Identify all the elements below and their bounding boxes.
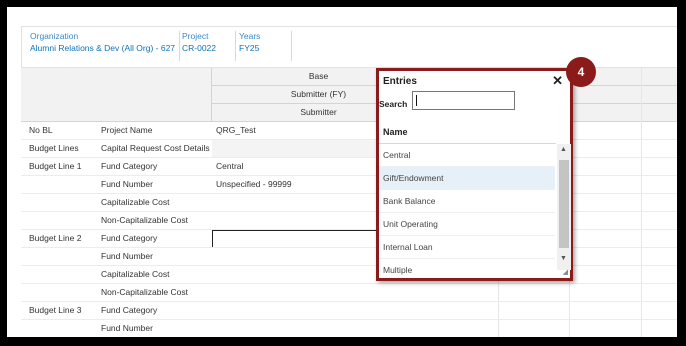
search-input[interactable] <box>412 91 515 110</box>
context-divider <box>179 31 180 61</box>
row-group-label: Budget Line 1 <box>29 161 82 171</box>
table-row: Capitalizable Cost <box>21 194 677 212</box>
table-row: Budget Line 3 Fund Category <box>21 302 677 320</box>
row-label: Fund Number <box>101 323 153 333</box>
row-label: Fund Category <box>101 305 158 315</box>
context-years[interactable]: Years FY25 <box>239 30 260 54</box>
name-column-header[interactable]: Name <box>383 127 408 137</box>
row-label: Capitalizable Cost <box>101 269 170 279</box>
row-label: Fund Category <box>101 161 158 171</box>
organization-label: Organization <box>30 31 79 41</box>
row-group-label <box>29 338 99 346</box>
list-item[interactable]: Bank Balance <box>379 190 555 213</box>
grid-cell[interactable] <box>212 320 426 337</box>
row-group-label <box>29 176 99 194</box>
table-row: Capitalizable Cost <box>21 266 677 284</box>
scrollbar[interactable]: ▲ ▼ <box>557 144 571 270</box>
list-item[interactable]: Gift/Endowment <box>379 167 555 190</box>
context-divider <box>235 31 236 61</box>
organization-value[interactable]: Alumni Relations & Dev (All Org) - 627 <box>30 42 175 54</box>
grid-corner-header <box>21 68 212 122</box>
popup-title: Entries <box>383 76 417 87</box>
row-label: Fund Number <box>101 251 153 261</box>
row-group-label: Budget Lines <box>29 143 79 153</box>
table-row: Capitalizable Cost <box>21 338 686 346</box>
table-row: Budget Line 2 Fund Category <box>21 230 677 248</box>
table-row: Non-Capitalizable Cost <box>21 284 677 302</box>
years-value[interactable]: FY25 <box>239 42 260 54</box>
resize-handle-icon[interactable]: ◢ <box>563 268 568 276</box>
years-label: Years <box>239 31 261 41</box>
table-row: Fund Number <box>21 320 686 338</box>
row-label: Capital Request Cost Details <box>101 143 210 153</box>
close-icon[interactable]: ✕ <box>552 73 563 89</box>
context-organization[interactable]: Organization Alumni Relations & Dev (All… <box>30 30 175 54</box>
row-label: Capitalizable Cost <box>101 341 170 346</box>
row-group-label <box>29 194 99 212</box>
row-group-label: Budget Line 2 <box>29 233 82 243</box>
table-row: Fund Number Unspecified - 99999 <box>21 176 677 194</box>
grid-cell[interactable] <box>212 284 426 302</box>
row-group-label: No BL <box>29 125 53 135</box>
row-group-label: Budget Line 3 <box>29 305 82 315</box>
row-label: Non-Capitalizable Cost <box>101 215 188 225</box>
project-label: Project <box>182 31 209 41</box>
entries-list: Central Gift/Endowment Bank Balance Unit… <box>379 144 555 277</box>
row-label: Project Name <box>101 125 153 135</box>
scroll-down-icon[interactable]: ▼ <box>560 255 567 262</box>
entries-popup: Entries ✕ Search Name Central Gift/Endow… <box>376 68 573 281</box>
row-group-label <box>29 212 99 230</box>
row-divider <box>21 337 686 338</box>
text-caret <box>416 95 417 106</box>
data-grid: Base Submitter (FY) Submitter No BL Proj… <box>21 68 686 346</box>
row-group-label <box>29 266 99 284</box>
list-item[interactable]: Multiple <box>379 259 555 277</box>
list-item[interactable]: Internal Loan <box>379 236 555 259</box>
context-divider <box>291 31 292 61</box>
table-row: Budget Line 1 Fund Category Central <box>21 158 677 176</box>
list-item[interactable]: Unit Operating <box>379 213 555 236</box>
row-label: Non-Capitalizable Cost <box>101 287 188 297</box>
list-item[interactable]: Central <box>379 144 555 167</box>
row-label: Capitalizable Cost <box>101 197 170 207</box>
table-row: Budget Lines Capital Request Cost Detail… <box>21 140 677 158</box>
row-label: Fund Number <box>101 179 153 189</box>
scroll-up-icon[interactable]: ▲ <box>560 146 567 153</box>
project-value[interactable]: CR-0022 <box>182 42 216 54</box>
table-row: Non-Capitalizable Cost <box>21 212 677 230</box>
row-group-label <box>29 284 99 302</box>
table-row: No BL Project Name QRG_Test <box>21 122 677 140</box>
grid-cell[interactable] <box>212 338 426 346</box>
table-row: Fund Number <box>21 248 677 266</box>
search-label: Search <box>379 99 408 109</box>
grid-cell[interactable] <box>212 302 426 320</box>
row-group-label <box>29 248 99 266</box>
scrollbar-thumb[interactable] <box>559 160 569 248</box>
app-window: Organization Alumni Relations & Dev (All… <box>0 0 686 346</box>
row-label: Fund Category <box>101 233 158 243</box>
context-project[interactable]: Project CR-0022 <box>182 30 216 54</box>
row-group-label <box>29 320 99 337</box>
step-callout-badge: 4 <box>566 57 596 87</box>
